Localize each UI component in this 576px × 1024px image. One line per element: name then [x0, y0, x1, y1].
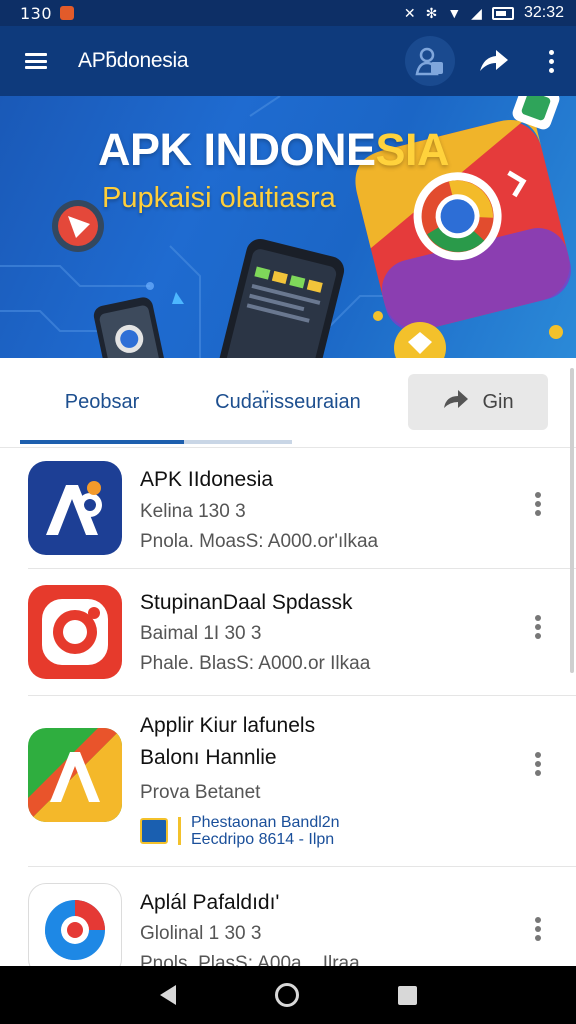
app-version: Glolinal 1 30 3 — [140, 923, 262, 944]
apk-logo-icon — [28, 461, 122, 555]
tab-peobsar[interactable]: Peobsar — [20, 358, 184, 446]
share-icon — [478, 47, 510, 75]
menu-button[interactable] — [0, 26, 72, 96]
system-nav-bar — [0, 966, 576, 1024]
more-vert-icon[interactable] — [532, 492, 544, 516]
vibrate-icon: ✻ — [425, 5, 438, 21]
badge-icon — [140, 818, 168, 844]
hero-banner[interactable]: APK INDONESIA Pupkaisi olaitiasra — [0, 96, 576, 358]
app-info: Pnols. PlasS: A00a... Ilraa — [140, 953, 360, 966]
list-item[interactable]: Aplál Pafaldıdı' Glolinal 1 30 3 Pnols. … — [0, 867, 576, 966]
tab-cudarisseuraian[interactable]: Cudar̈isseuraian — [190, 358, 386, 446]
share-button[interactable] — [462, 26, 526, 96]
back-icon[interactable] — [159, 985, 176, 1005]
app-developer: Prova Betanet — [140, 782, 261, 803]
more-vert-icon[interactable] — [532, 752, 544, 776]
badge-line-2: Eecdripo 8614 - Ilpn — [191, 831, 335, 848]
badge-line-1: Phestaonan Bandl2n — [191, 814, 340, 831]
app-title: APƃdonesia — [78, 49, 189, 72]
app-info: Phale. BlasS: A000.or Ilkaa — [140, 653, 371, 674]
letter-a-app-icon — [28, 728, 122, 822]
app-bar: APƃdonesia — [0, 26, 576, 96]
users-icon — [405, 36, 455, 86]
home-icon[interactable] — [274, 983, 299, 1007]
more-options-button[interactable] — [526, 26, 576, 96]
list-item[interactable]: StupinanDaal Spdassk Baimal 1I 30 3 Phal… — [0, 569, 576, 695]
app-name-line2: Balonı Hannlie — [140, 746, 277, 769]
recents-icon[interactable] — [397, 985, 417, 1005]
gin-button[interactable]: Gin — [408, 374, 548, 430]
mute-icon: ✕ — [403, 5, 416, 21]
wifi-icon: ▼ — [447, 5, 462, 21]
gin-button-label: Gin — [482, 390, 514, 413]
more-vert-icon[interactable] — [532, 917, 544, 941]
forward-arrow-icon — [442, 388, 470, 416]
app-version: Baimal 1I 30 3 — [140, 623, 262, 644]
profile-button[interactable] — [398, 26, 462, 96]
signal-icon: ◢ — [471, 5, 482, 21]
scrollbar[interactable] — [570, 368, 574, 673]
status-time-right: 32:32 — [523, 4, 564, 21]
app-name: Aplál Pafaldıdı' — [140, 891, 280, 914]
app-version: Kelina 130 3 — [140, 501, 246, 522]
app-name: StupinanDaal Spdassk — [140, 591, 353, 614]
hero-subtitle: Pupkaisi olaitiasra — [102, 182, 336, 214]
location-pin-app-icon — [28, 883, 122, 966]
app-info: Pnola. MoasS: A000.or'ılkaa — [140, 531, 379, 552]
tab-indicator — [20, 440, 184, 444]
hamburger-icon — [25, 53, 47, 69]
more-vert-icon — [548, 49, 554, 73]
hero-title: APK INDONESIA — [98, 124, 450, 175]
app-name: APK IIdonesia — [140, 468, 274, 491]
battery-icon — [491, 6, 514, 20]
camera-app-icon — [28, 585, 122, 679]
tab-indicator-secondary — [184, 440, 292, 444]
status-time-left: 130 — [20, 3, 53, 23]
status-icons: ✕ ✻ ▼ ◢ 32:32 — [404, 4, 564, 22]
app-list: APK IIdonesia Kelina 130 3 Pnola. MoasS:… — [0, 448, 576, 966]
notification-icon — [60, 6, 75, 20]
more-vert-icon[interactable] — [532, 615, 544, 639]
tab-bar: Peobsar Cudar̈isseuraian Gin — [0, 358, 576, 448]
app-name: Applir Kiur lafunels — [140, 714, 316, 737]
list-item[interactable]: Applir Kiur lafunels Balonı Hannlie Prov… — [0, 696, 576, 866]
app-badge: Phestaonan Bandl2n Eecdripo 8614 - Ilpn — [140, 814, 340, 848]
status-bar: 130 ✕ ✻ ▼ ◢ 32:32 — [0, 0, 576, 26]
list-item[interactable]: APK IIdonesia Kelina 130 3 Pnola. MoasS:… — [0, 448, 576, 568]
